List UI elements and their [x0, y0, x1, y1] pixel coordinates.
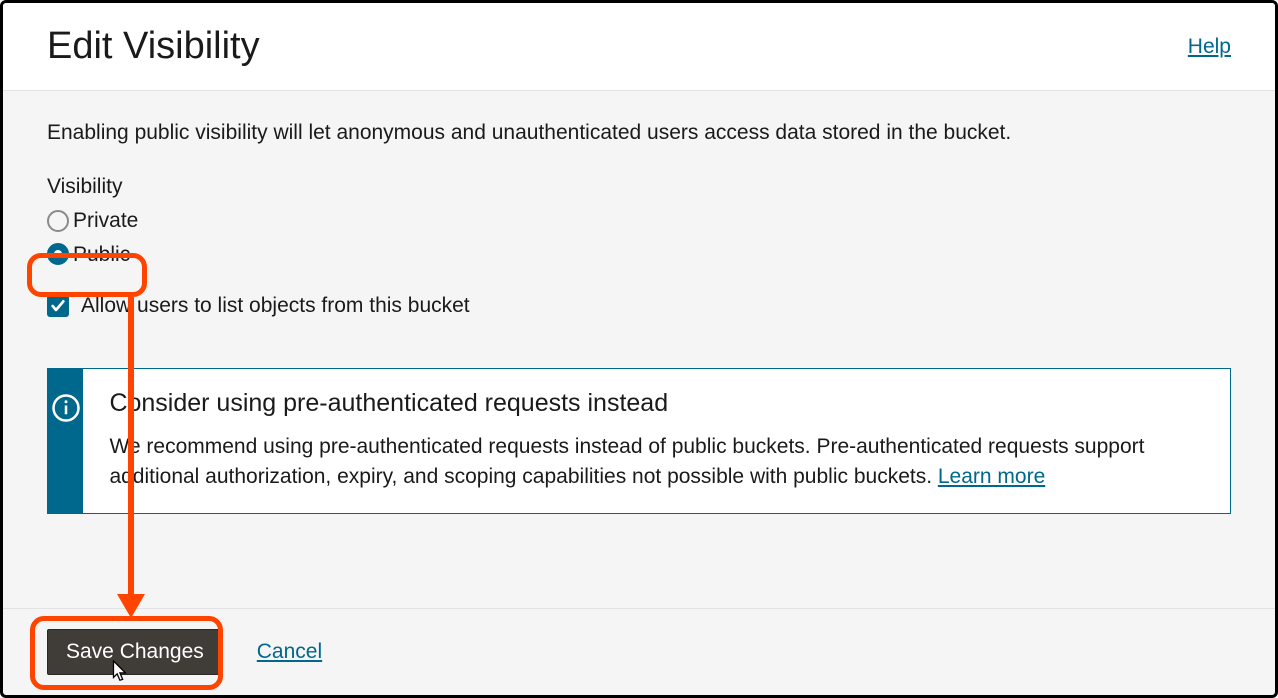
learn-more-link[interactable]: Learn more	[938, 465, 1045, 488]
radio-public-label: Public	[73, 239, 130, 271]
dialog-footer: Save Changes Cancel	[3, 608, 1275, 695]
intro-text: Enabling public visibility will let anon…	[47, 121, 1231, 145]
dialog-header: Edit Visibility Help	[3, 3, 1275, 91]
radio-icon-selected	[47, 243, 69, 265]
edit-visibility-dialog: Edit Visibility Help Enabling public vis…	[0, 0, 1278, 698]
info-panel: Consider using pre-authenticated request…	[47, 368, 1231, 514]
allow-list-objects-checkbox[interactable]: Allow users to list objects from this bu…	[47, 294, 1231, 318]
info-content: Consider using pre-authenticated request…	[83, 369, 1230, 513]
info-title: Consider using pre-authenticated request…	[109, 389, 1204, 418]
info-icon	[48, 369, 83, 513]
radio-private-label: Private	[73, 205, 138, 237]
radio-private[interactable]: Private	[47, 205, 1231, 237]
save-changes-button[interactable]: Save Changes	[47, 629, 223, 675]
dialog-title: Edit Visibility	[47, 25, 260, 68]
radio-public[interactable]: Public	[47, 239, 1231, 271]
cancel-link[interactable]: Cancel	[257, 640, 322, 664]
allow-list-objects-label: Allow users to list objects from this bu…	[81, 294, 470, 318]
dialog-body: Enabling public visibility will let anon…	[3, 91, 1275, 608]
help-link[interactable]: Help	[1188, 35, 1231, 59]
checkbox-checked-icon	[47, 295, 69, 317]
radio-icon	[47, 210, 69, 232]
visibility-group-label: Visibility	[47, 175, 1231, 199]
info-body: We recommend using pre-authenticated req…	[109, 432, 1204, 493]
